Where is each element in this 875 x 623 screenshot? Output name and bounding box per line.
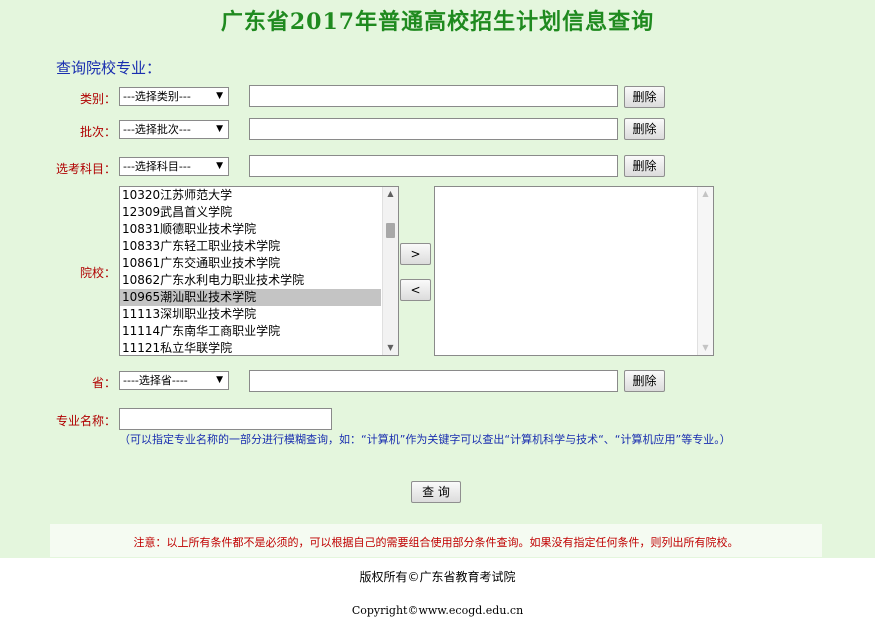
dropdown-arrow-icon: ▼ xyxy=(216,375,223,385)
batch-label: 批次： xyxy=(79,125,116,139)
school-option[interactable]: 11121私立华联学院 xyxy=(120,340,398,355)
major-label: 专业名称： xyxy=(55,414,116,428)
category-delete-button[interactable]: 删除 xyxy=(624,86,665,108)
school-option[interactable]: 12309武昌首义学院 xyxy=(120,204,398,221)
school-option[interactable]: 10833广东轻工职业技术学院 xyxy=(120,238,398,255)
province-selected-field[interactable] xyxy=(249,370,618,392)
school-list-options: 10320江苏师范大学 12309武昌首义学院 10831顺德职业技术学院 10… xyxy=(120,187,398,355)
scroll-down-arrow-icon[interactable]: ▼ xyxy=(698,341,713,355)
subject-select[interactable]: ---选择科目--- ▼ xyxy=(119,157,229,176)
batch-selected-field[interactable] xyxy=(249,118,618,140)
page-title: 广东省2017年普通高校招生计划信息查询 xyxy=(220,9,655,35)
school-option[interactable]: 10831顺德职业技术学院 xyxy=(120,221,398,238)
note-panel: 注意：以上所有条件都不是必须的，可以根据自己的需要组合使用部分条件查询。如果没有… xyxy=(50,524,822,557)
selected-school-list[interactable]: ▲ ▼ xyxy=(434,186,714,356)
batch-select-value: ---选择批次--- xyxy=(123,123,191,136)
province-select-value: ----选择省---- xyxy=(123,374,188,387)
subject-select-value: ---选择科目--- xyxy=(123,160,191,173)
subject-label: 选考科目： xyxy=(55,162,116,176)
remove-school-button[interactable]: < xyxy=(400,279,431,301)
dropdown-arrow-icon: ▼ xyxy=(216,161,223,171)
footer-website: Copyright©www.ecogd.edu.cn xyxy=(351,604,524,617)
category-label: 类别： xyxy=(79,92,116,106)
province-select[interactable]: ----选择省---- ▼ xyxy=(119,371,229,390)
province-label: 省： xyxy=(91,376,116,390)
category-select[interactable]: ---选择类别--- ▼ xyxy=(119,87,229,106)
scroll-down-arrow-icon[interactable]: ▼ xyxy=(383,341,398,355)
major-input[interactable] xyxy=(119,408,332,430)
note-text: 注意：以上所有条件都不是必须的，可以根据自己的需要组合使用部分条件查询。如果没有… xyxy=(133,536,739,549)
scroll-up-arrow-icon[interactable]: ▲ xyxy=(383,187,398,201)
school-option-selected[interactable]: 10965潮汕职业技术学院 xyxy=(120,289,381,306)
scrollbar-thumb[interactable] xyxy=(386,223,395,238)
batch-delete-button[interactable]: 删除 xyxy=(624,118,665,140)
dropdown-arrow-icon: ▼ xyxy=(216,91,223,101)
batch-select[interactable]: ---选择批次--- ▼ xyxy=(119,120,229,139)
school-option[interactable]: 11114广东南华工商职业学院 xyxy=(120,323,398,340)
school-option[interactable]: 11113深圳职业技术学院 xyxy=(120,306,398,323)
category-selected-field[interactable] xyxy=(249,85,618,107)
category-select-value: ---选择类别--- xyxy=(123,90,191,103)
province-delete-button[interactable]: 删除 xyxy=(624,370,665,392)
school-option[interactable]: 10320江苏师范大学 xyxy=(120,187,398,204)
dropdown-arrow-icon: ▼ xyxy=(216,124,223,134)
school-option[interactable]: 10861广东交通职业技术学院 xyxy=(120,255,398,272)
add-school-button[interactable]: > xyxy=(400,243,431,265)
school-list[interactable]: 10320江苏师范大学 12309武昌首义学院 10831顺德职业技术学院 10… xyxy=(119,186,399,356)
selected-school-list-scrollbar[interactable]: ▲ ▼ xyxy=(697,187,713,355)
school-label: 院校： xyxy=(79,266,116,280)
subject-delete-button[interactable]: 删除 xyxy=(624,155,665,177)
query-button[interactable]: 查 询 xyxy=(411,481,461,503)
subject-selected-field[interactable] xyxy=(249,155,618,177)
school-list-scrollbar[interactable]: ▲ ▼ xyxy=(382,187,398,355)
scroll-up-arrow-icon[interactable]: ▲ xyxy=(698,187,713,201)
school-option[interactable]: 10862广东水利电力职业技术学院 xyxy=(120,272,398,289)
footer-copyright: 版权所有©广东省教育考试院 xyxy=(359,570,516,584)
section-title: 查询院校专业： xyxy=(56,59,162,77)
major-hint: （可以指定专业名称的一部分进行模糊查询，如：“计算机”作为关键字可以查出“计算机… xyxy=(119,433,731,446)
